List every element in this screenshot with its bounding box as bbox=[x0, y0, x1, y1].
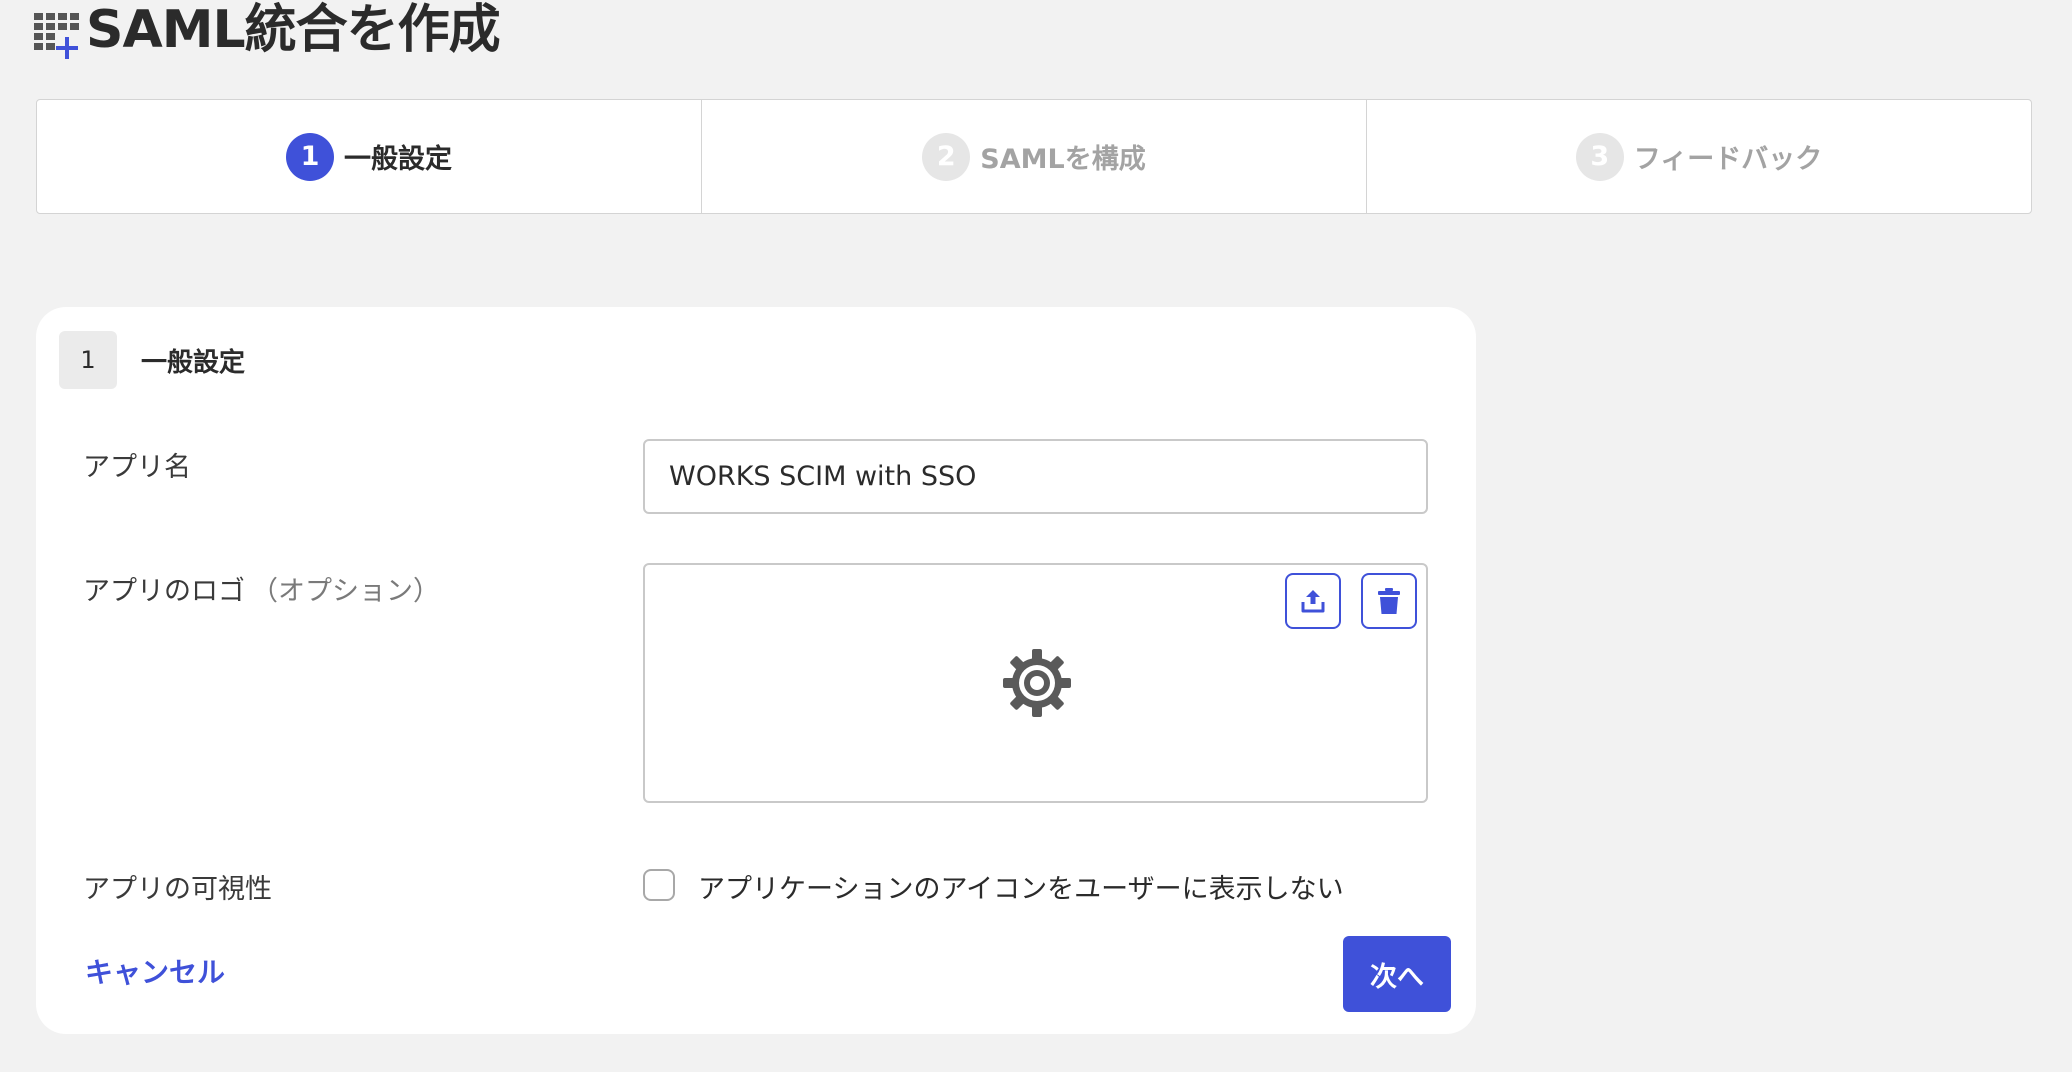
step-label: フィードバック bbox=[1633, 144, 1823, 175]
app-name-label: アプリ名 bbox=[83, 452, 191, 483]
step-feedback: 3 フィードバック bbox=[1367, 100, 2031, 213]
app-name-input[interactable] bbox=[643, 439, 1428, 514]
general-settings-card: 1 一般設定 アプリ名 アプリのロゴ（オプション） bbox=[36, 307, 1476, 1034]
hide-app-icon-label[interactable]: アプリケーションのアイコンをユーザーに表示しない bbox=[698, 867, 1344, 906]
trash-icon bbox=[1378, 588, 1400, 614]
step-number: 2 bbox=[922, 132, 971, 181]
page-title: SAML統合を作成 bbox=[86, 0, 501, 60]
app-logo-label: アプリのロゴ （オプション） bbox=[83, 569, 440, 608]
step-number: 3 bbox=[1575, 132, 1624, 181]
section-number-badge: 1 bbox=[59, 331, 117, 389]
section-title: 一般設定 bbox=[141, 347, 246, 378]
upload-logo-button[interactable] bbox=[1285, 573, 1341, 629]
step-label: 一般設定 bbox=[344, 144, 452, 175]
cancel-link[interactable]: キャンセル bbox=[85, 951, 225, 991]
optional-hint: （オプション） bbox=[251, 576, 440, 607]
app-logo-dropzone[interactable] bbox=[643, 563, 1428, 803]
step-configure-saml: 2 SAMLを構成 bbox=[702, 100, 1367, 213]
section-header: 1 一般設定 bbox=[59, 331, 245, 389]
gear-icon bbox=[1003, 649, 1071, 717]
step-general-settings: 1 一般設定 bbox=[37, 100, 702, 213]
wizard-stepper: 1 一般設定 2 SAMLを構成 3 フィードバック bbox=[36, 99, 2032, 214]
app-visibility-label: アプリの可視性 bbox=[83, 874, 272, 905]
hide-app-icon-checkbox[interactable] bbox=[643, 869, 675, 901]
next-button[interactable]: 次へ bbox=[1343, 936, 1451, 1012]
page-header: SAML統合を作成 bbox=[34, 0, 501, 66]
step-label: SAMLを構成 bbox=[980, 144, 1146, 175]
grid-add-icon bbox=[34, 13, 82, 61]
app-logo-label-text: アプリのロゴ bbox=[83, 576, 245, 607]
delete-logo-button[interactable] bbox=[1361, 573, 1417, 629]
upload-icon bbox=[1301, 590, 1325, 613]
step-number: 1 bbox=[286, 132, 334, 181]
